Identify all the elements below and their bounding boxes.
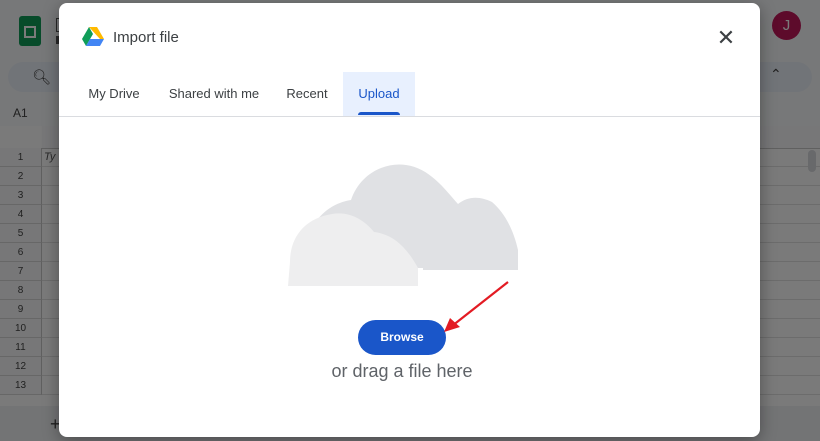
dialog-header: Import file ✕ xyxy=(59,3,760,71)
tab-upload[interactable]: Upload xyxy=(343,72,415,117)
tab-recent[interactable]: Recent xyxy=(273,72,341,117)
close-icon[interactable]: ✕ xyxy=(713,25,739,51)
import-tabs: My Drive Shared with me Recent Upload xyxy=(59,72,760,117)
import-file-dialog: Import file ✕ My Drive Shared with me Re… xyxy=(59,3,760,437)
dialog-title: Import file xyxy=(113,29,179,46)
browse-button[interactable]: Browse xyxy=(358,320,446,355)
tab-shared-with-me[interactable]: Shared with me xyxy=(159,72,269,117)
annotation-arrow-icon xyxy=(444,281,509,332)
upload-drop-area[interactable]: Browse or drag a file here xyxy=(59,117,760,437)
tab-my-drive[interactable]: My Drive xyxy=(69,72,159,117)
drag-file-hint: or drag a file here xyxy=(331,361,473,381)
google-drive-logo-icon xyxy=(82,27,104,46)
